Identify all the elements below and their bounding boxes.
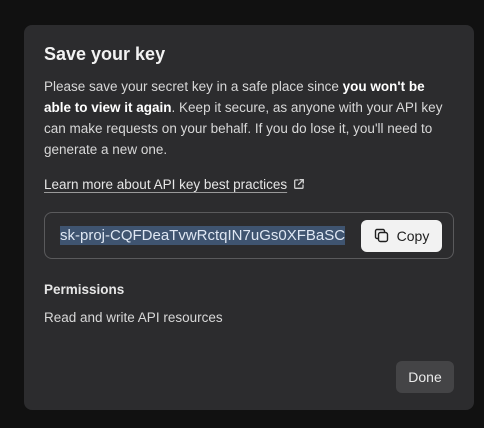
learn-more-label[interactable]: Learn more about API key best practices [44, 177, 287, 192]
dialog-title: Save your key [44, 44, 166, 64]
learn-more-link[interactable]: Learn more about API key best practices [44, 174, 454, 194]
copy-button[interactable]: Copy [361, 219, 442, 252]
copy-button-label: Copy [396, 227, 430, 244]
external-link-icon [293, 178, 305, 190]
dialog-description: Please save your secret key in a safe pl… [44, 76, 454, 160]
copy-icon [374, 228, 389, 243]
secret-key-selected-text: sk-proj-CQFDeaTvwRctqIN7uGs0XFBaSC [60, 225, 346, 245]
permissions-value: Read and write API resources [44, 310, 223, 325]
description-text-start: Please save your secret key in a safe pl… [44, 79, 343, 94]
save-key-dialog: Save your key Please save your secret ke… [24, 25, 474, 410]
secret-key-value[interactable]: sk-proj-CQFDeaTvwRctqIN7uGs0XFBaSC [60, 225, 355, 247]
permissions-heading: Permissions [44, 282, 125, 297]
secret-key-field[interactable]: sk-proj-CQFDeaTvwRctqIN7uGs0XFBaSC Copy [44, 212, 454, 259]
done-button[interactable]: Done [396, 361, 454, 393]
